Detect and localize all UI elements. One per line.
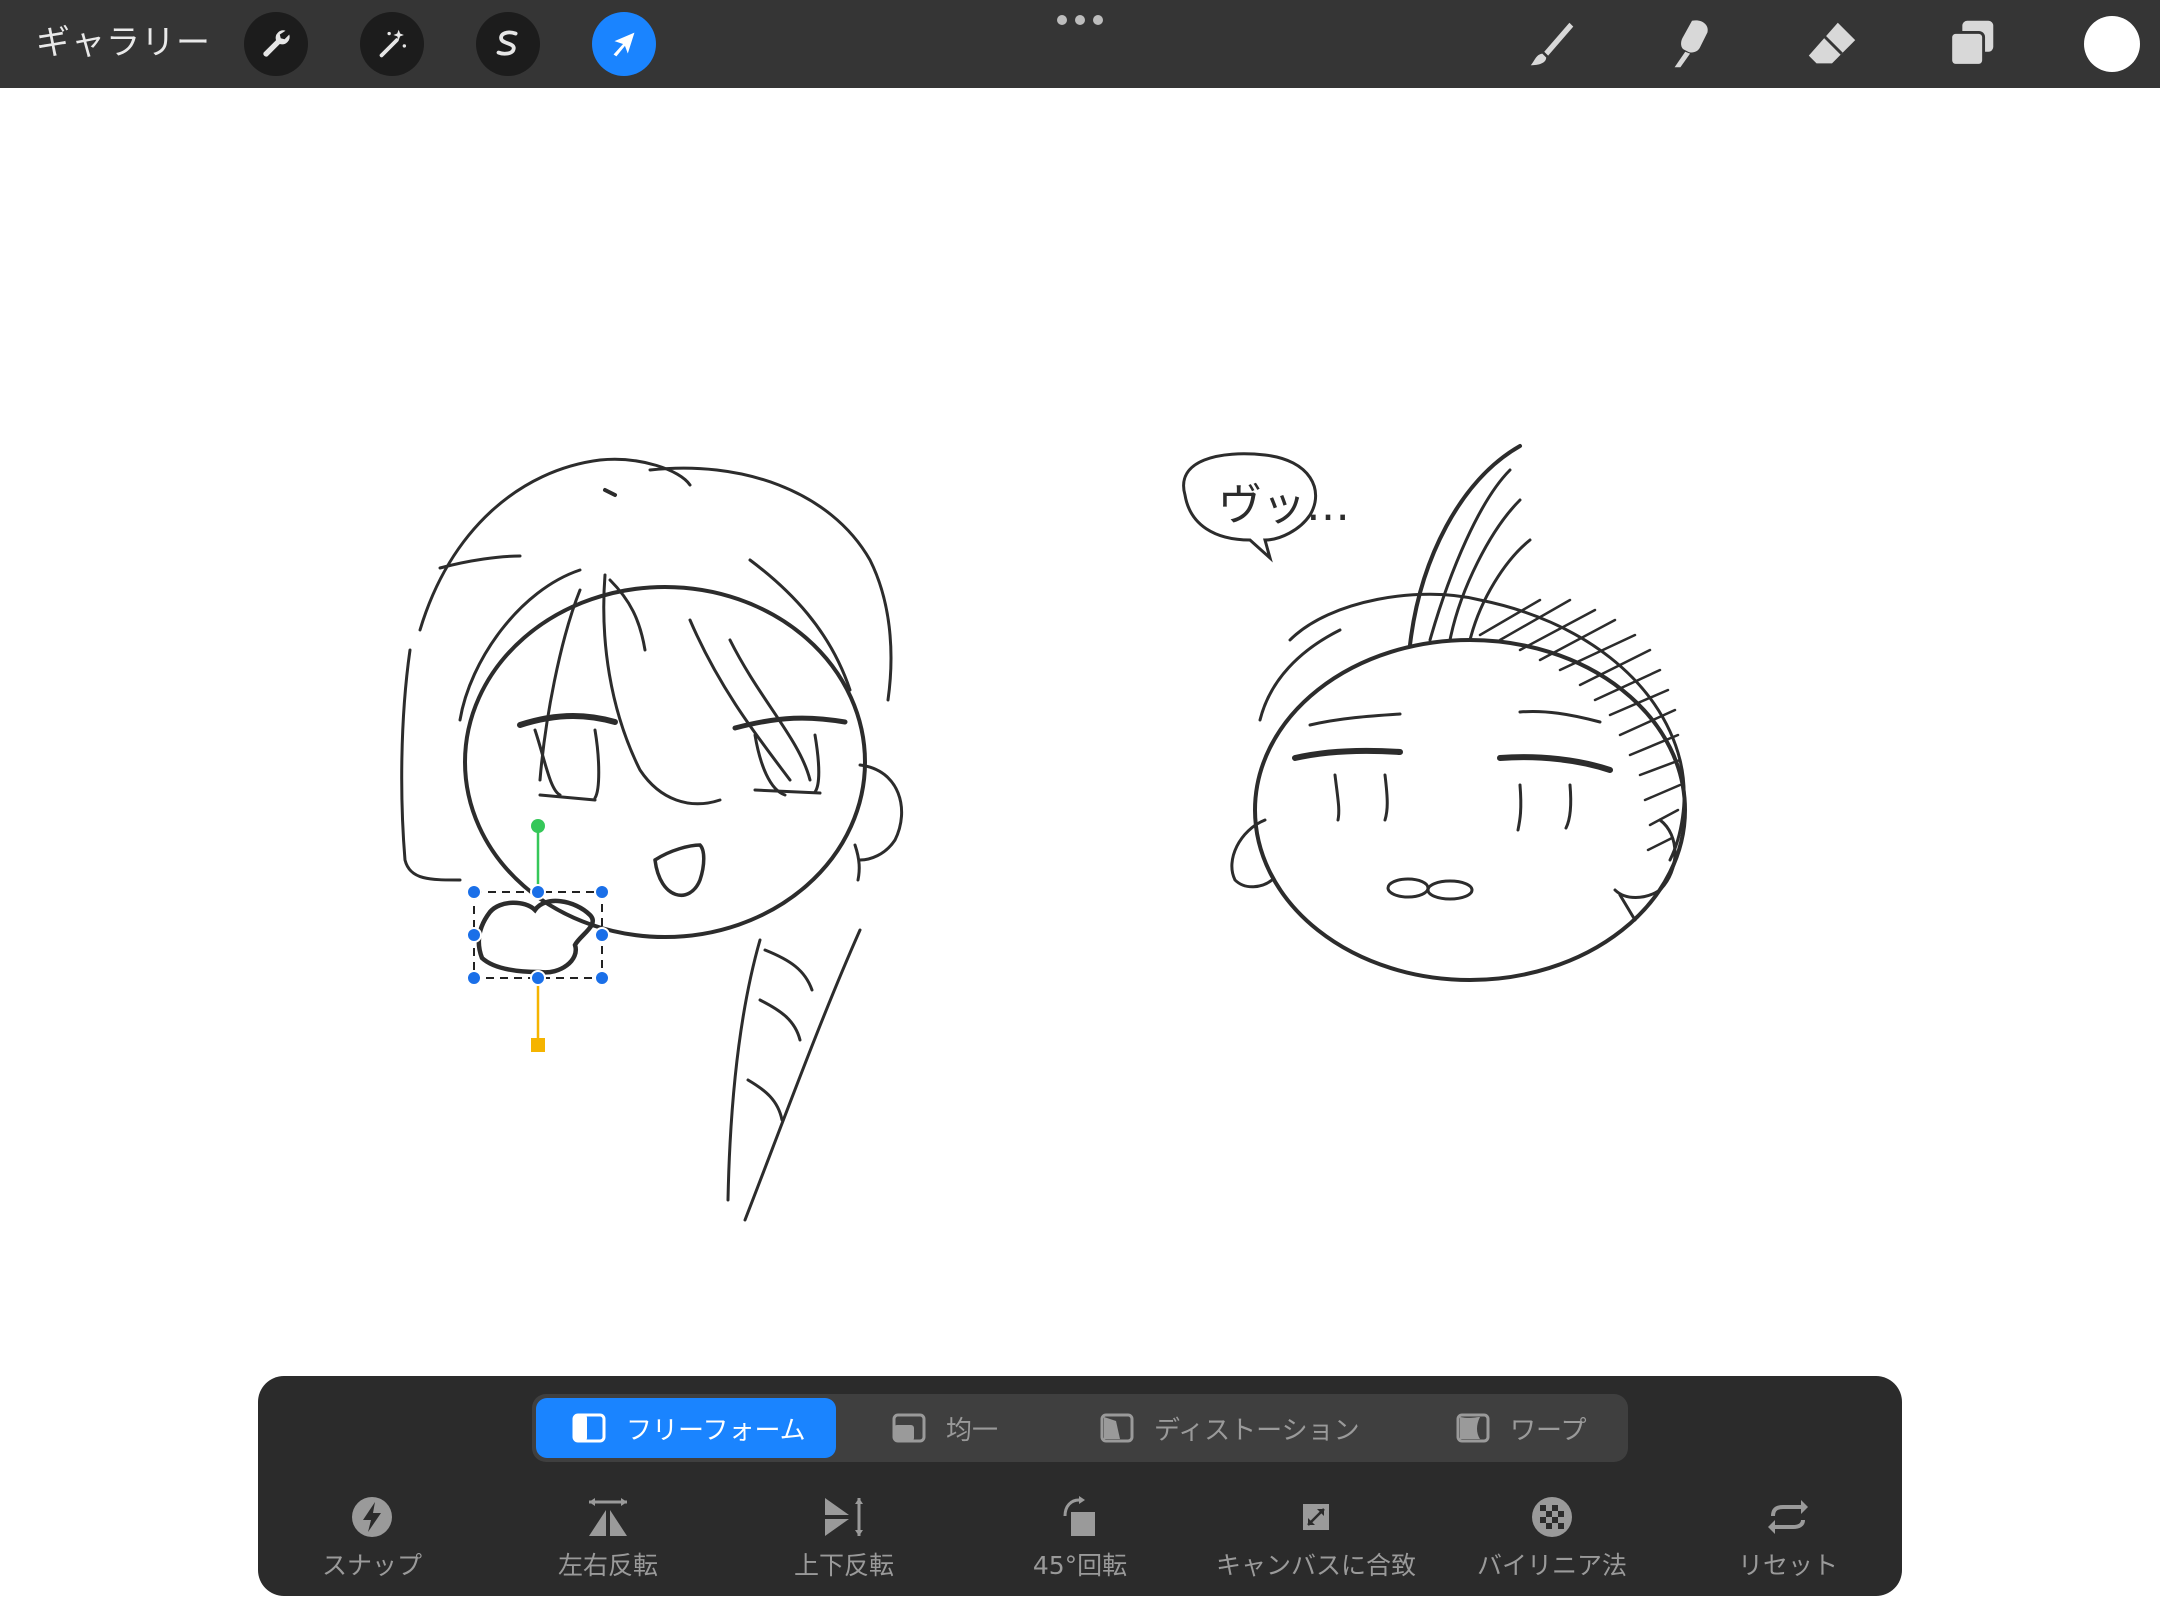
selection-button[interactable] bbox=[476, 12, 540, 76]
rotate-45-icon bbox=[1057, 1494, 1103, 1540]
mode-label: フリーフォーム bbox=[626, 1415, 806, 1446]
speech-bubble-text: ヴッ… bbox=[1218, 480, 1350, 531]
flip-vertical-icon bbox=[821, 1494, 867, 1540]
action-label: キャンバスに合致 bbox=[1216, 1551, 1417, 1580]
action-label: スナップ bbox=[321, 1551, 422, 1580]
smudge-icon bbox=[1674, 20, 1708, 68]
layers-tool[interactable] bbox=[1940, 12, 2004, 76]
snap-bolt-icon bbox=[349, 1494, 395, 1540]
selection-bounding-box[interactable] bbox=[466, 819, 610, 1052]
arrow-cursor-icon bbox=[613, 32, 635, 57]
mode-freeform[interactable]: フリーフォーム bbox=[536, 1398, 836, 1458]
resize-handle[interactable] bbox=[594, 970, 610, 986]
eraser-icon bbox=[1808, 22, 1856, 64]
action-label: 上下反転 bbox=[793, 1551, 894, 1580]
flip-horizontal-icon bbox=[585, 1494, 631, 1540]
resize-handle[interactable] bbox=[466, 970, 482, 986]
brush-tool[interactable] bbox=[1520, 12, 1584, 76]
smudge-tool[interactable] bbox=[1660, 12, 1724, 76]
freeform-icon bbox=[572, 1413, 606, 1443]
shear-handle[interactable] bbox=[531, 1038, 545, 1052]
resize-handle[interactable] bbox=[530, 884, 546, 900]
action-label: リセット bbox=[1737, 1551, 1838, 1580]
resize-handle[interactable] bbox=[466, 884, 482, 900]
color-picker[interactable] bbox=[2084, 16, 2140, 72]
mode-label: ワープ bbox=[1510, 1415, 1587, 1446]
snap-button[interactable]: スナップ bbox=[272, 1494, 472, 1584]
mode-label: ディストーション bbox=[1154, 1415, 1360, 1446]
action-label: バイリニア法 bbox=[1476, 1551, 1627, 1580]
transform-button[interactable] bbox=[592, 12, 656, 76]
top-toolbar: ギャラリー bbox=[0, 0, 2160, 88]
magic-wand-icon bbox=[379, 29, 407, 58]
layers-icon bbox=[1949, 20, 1994, 67]
bilinear-checker-icon bbox=[1529, 1494, 1575, 1540]
gallery-button[interactable]: ギャラリー bbox=[36, 20, 211, 66]
resize-handle[interactable] bbox=[530, 970, 546, 986]
reset-arrows-icon bbox=[1765, 1494, 1811, 1540]
transform-mode-selector: フリーフォーム 均一 ディストーション ワープ bbox=[532, 1394, 1628, 1462]
distort-icon bbox=[1100, 1413, 1134, 1443]
action-label: 45°回転 bbox=[1032, 1551, 1128, 1580]
mode-warp[interactable]: ワープ bbox=[1456, 1398, 1624, 1458]
uniform-icon bbox=[892, 1413, 926, 1443]
resize-handle[interactable] bbox=[594, 884, 610, 900]
fit-canvas-icon bbox=[1293, 1494, 1339, 1540]
eraser-tool[interactable] bbox=[1800, 12, 1864, 76]
resize-handle[interactable] bbox=[466, 927, 482, 943]
resize-handle[interactable] bbox=[594, 927, 610, 943]
action-label: 左右反転 bbox=[557, 1551, 658, 1580]
warp-icon bbox=[1456, 1413, 1490, 1443]
actions-button[interactable] bbox=[244, 12, 308, 76]
mode-label: 均一 bbox=[946, 1415, 999, 1446]
flip-horizontal-button[interactable]: 左右反転 bbox=[508, 1494, 708, 1584]
mode-uniform[interactable]: 均一 bbox=[892, 1398, 1112, 1458]
reset-button[interactable]: リセット bbox=[1688, 1494, 1888, 1584]
fit-to-canvas-button[interactable]: キャンバスに合致 bbox=[1216, 1494, 1416, 1584]
wrench-icon bbox=[263, 30, 290, 57]
rotation-handle[interactable] bbox=[531, 819, 545, 833]
brush-icon bbox=[1530, 22, 1574, 66]
bilinear-button[interactable]: バイリニア法 bbox=[1452, 1494, 1652, 1584]
adjustments-button[interactable] bbox=[360, 12, 424, 76]
transform-toolbar: フリーフォーム 均一 ディストーション ワープ スナップ 左右反転 上下反転 4… bbox=[258, 1376, 1902, 1596]
mode-distort[interactable]: ディストーション bbox=[1100, 1398, 1400, 1458]
more-options-icon[interactable] bbox=[1056, 12, 1104, 28]
flip-vertical-button[interactable]: 上下反転 bbox=[744, 1494, 944, 1584]
selection-s-icon bbox=[496, 30, 518, 56]
rotate-45-button[interactable]: 45°回転 bbox=[980, 1494, 1180, 1584]
